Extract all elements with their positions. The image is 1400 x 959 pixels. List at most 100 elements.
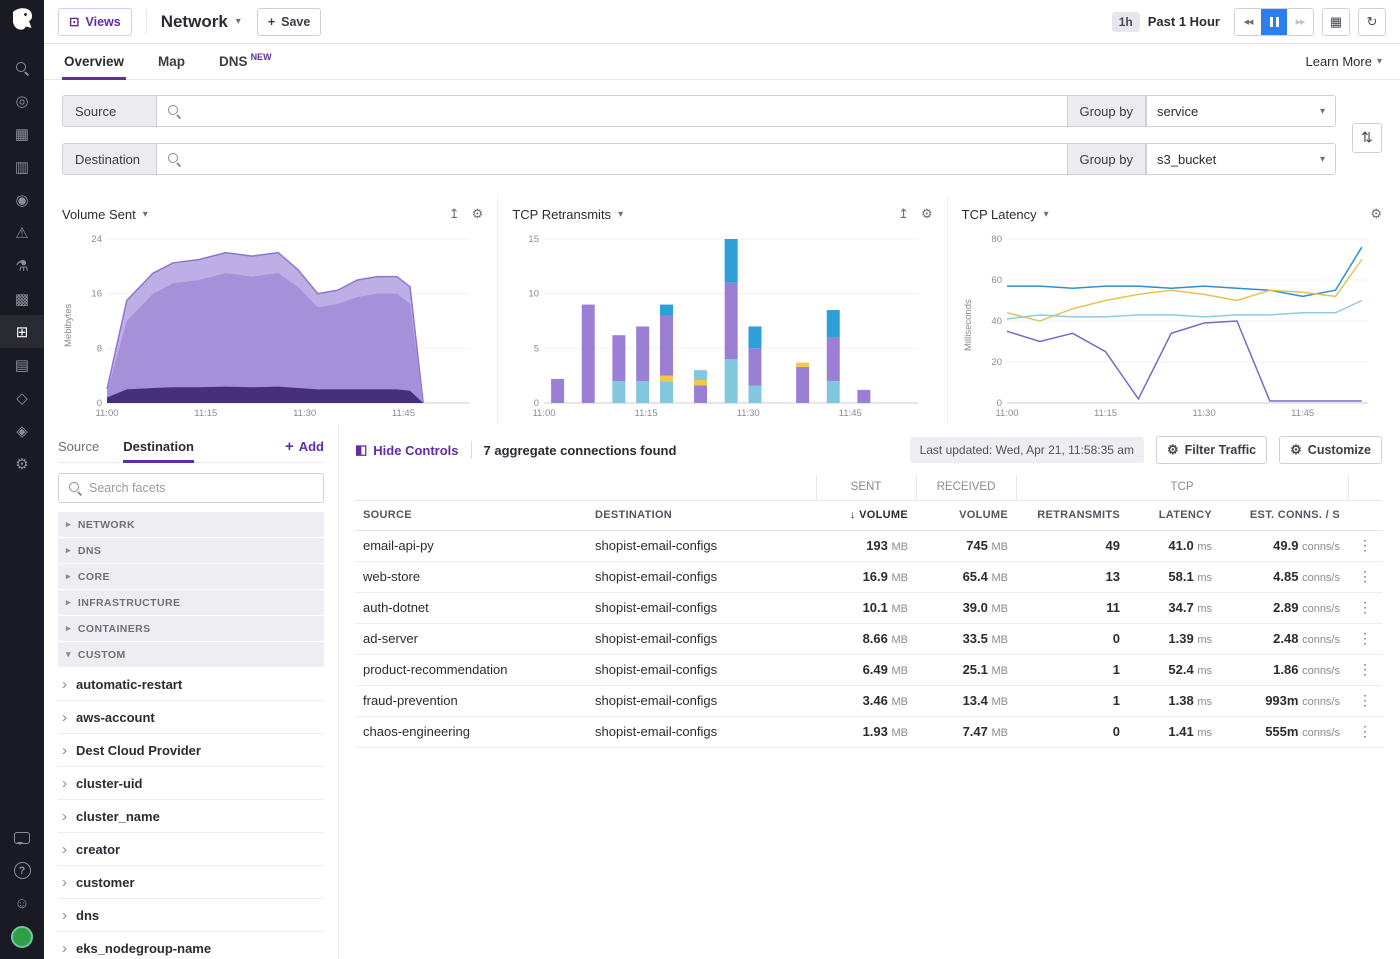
sidebar-item-infrastructure[interactable]: ◎: [0, 84, 44, 117]
column-header-latency[interactable]: LATENCY: [1128, 500, 1220, 530]
source-groupby-select[interactable]: service ▾: [1146, 95, 1336, 127]
tab-map[interactable]: Map: [156, 44, 187, 79]
sidebar-item-search[interactable]: [0, 51, 44, 84]
destination-groupby-select[interactable]: s3_bucket ▾: [1146, 143, 1336, 175]
export-icon[interactable]: ↥: [898, 206, 909, 222]
top-toolbar: ⊡ Views Network ▾ + Save 1h Past 1 Hour …: [44, 0, 1400, 44]
time-range-badge[interactable]: 1h: [1112, 12, 1140, 32]
facet-tab-source[interactable]: Source: [58, 431, 99, 462]
row-menu-button[interactable]: ⋮: [1348, 530, 1382, 561]
hide-controls-button[interactable]: ◧ Hide Controls: [355, 442, 459, 458]
learn-more-menu[interactable]: Learn More ▾: [1305, 44, 1382, 79]
column-header-retransmits[interactable]: RETRANSMITS: [1016, 500, 1128, 530]
column-header-source[interactable]: SOURCE: [355, 500, 587, 530]
sidebar-item-avatar[interactable]: [0, 920, 44, 953]
sidebar-item-chat[interactable]: [0, 821, 44, 854]
facet-item-eks-nodegroup-name[interactable]: ›eks_nodegroup-name: [58, 932, 324, 959]
sidebar-item-metrics[interactable]: ▥: [0, 150, 44, 183]
facet-tab-destination[interactable]: Destination: [123, 431, 194, 462]
table-row[interactable]: fraud-preventionshopist-email-configs3.4…: [355, 685, 1382, 716]
sidebar-item-security[interactable]: ◈: [0, 414, 44, 447]
facet-group-custom[interactable]: ▾CUSTOM: [58, 642, 324, 667]
chart-title-menu[interactable]: TCP Retransmits ▾: [512, 207, 623, 222]
save-button[interactable]: + Save: [257, 8, 322, 36]
views-button[interactable]: ⊡ Views: [58, 8, 132, 36]
sidebar-item-settings[interactable]: ⚙: [0, 447, 44, 480]
swap-direction-button[interactable]: ⇅: [1352, 123, 1382, 153]
chevron-right-icon: ›: [62, 710, 67, 725]
sidebar-item-host-map[interactable]: ▦: [0, 117, 44, 150]
time-range-label[interactable]: Past 1 Hour: [1148, 14, 1220, 29]
sidebar-item-synthetics[interactable]: ⚗: [0, 249, 44, 282]
chevron-right-icon: ›: [62, 776, 67, 791]
facet-item-customer[interactable]: ›customer: [58, 866, 324, 899]
sidebar-item-logs[interactable]: ▤: [0, 348, 44, 381]
destination-search-box[interactable]: [156, 143, 1068, 175]
table-row[interactable]: ad-servershopist-email-configs8.66 MB33.…: [355, 623, 1382, 654]
customize-button[interactable]: ⚙ Customize: [1279, 436, 1382, 464]
column-header-destination[interactable]: DESTINATION: [587, 500, 816, 530]
column-header-est-conns[interactable]: EST. CONNS. / S: [1220, 500, 1348, 530]
table-row[interactable]: auth-dotnetshopist-email-configs10.1 MB3…: [355, 592, 1382, 623]
sidebar-item-processes[interactable]: ▩: [0, 282, 44, 315]
facet-item-dns[interactable]: ›dns: [58, 899, 324, 932]
facet-item-aws-account[interactable]: ›aws-account: [58, 701, 324, 734]
facet-item-cluster-name[interactable]: ›cluster_name: [58, 800, 324, 833]
table-row[interactable]: email-api-pyshopist-email-configs193 MB7…: [355, 530, 1382, 561]
svg-text:11:30: 11:30: [293, 408, 316, 419]
column-header-received-volume[interactable]: VOLUME: [916, 500, 1016, 530]
row-menu-button[interactable]: ⋮: [1348, 623, 1382, 654]
tab-dns[interactable]: DNSNEW: [217, 44, 274, 79]
export-icon[interactable]: ↥: [449, 206, 460, 222]
sidebar-item-apm[interactable]: ◉: [0, 183, 44, 216]
group-header-received: RECEIVED: [916, 475, 1016, 500]
refresh-button[interactable]: ↻: [1358, 8, 1386, 36]
facet-group-infrastructure[interactable]: ▸INFRASTRUCTURE: [58, 590, 324, 615]
row-menu-button[interactable]: ⋮: [1348, 685, 1382, 716]
table-row[interactable]: web-storeshopist-email-configs16.9 MB65.…: [355, 561, 1382, 592]
sidebar-item-monitors[interactable]: ⚠: [0, 216, 44, 249]
sidebar-item-ci[interactable]: ◇: [0, 381, 44, 414]
row-menu-button[interactable]: ⋮: [1348, 716, 1382, 747]
pause-button[interactable]: [1261, 9, 1287, 35]
facet-item-automatic-restart[interactable]: ›automatic-restart: [58, 668, 324, 701]
gear-icon[interactable]: ⚙: [921, 206, 933, 222]
facet-group-core[interactable]: ▸CORE: [58, 564, 324, 589]
chart-title-menu[interactable]: Volume Sent ▾: [62, 207, 148, 222]
destination-query-input[interactable]: [189, 152, 1057, 167]
facet-item-cluster-uid[interactable]: ›cluster-uid: [58, 767, 324, 800]
source-search-box[interactable]: [156, 95, 1068, 127]
datadog-logo-icon[interactable]: [9, 7, 36, 35]
filter-traffic-button[interactable]: ⚙ Filter Traffic: [1156, 436, 1267, 464]
facet-search-input[interactable]: [89, 481, 314, 495]
row-menu-button[interactable]: ⋮: [1348, 654, 1382, 685]
cell-source: auth-dotnet: [355, 592, 587, 623]
skip-back-button[interactable]: ◀◀: [1235, 9, 1261, 35]
svg-text:5: 5: [534, 343, 539, 354]
column-header-sent-volume[interactable]: ↓ VOLUME: [816, 500, 916, 530]
sidebar-item-users[interactable]: ☺: [0, 887, 44, 920]
sidebar-item-help[interactable]: ?: [0, 854, 44, 887]
facet-search-box[interactable]: [58, 473, 324, 503]
table-row[interactable]: chaos-engineeringshopist-email-configs1.…: [355, 716, 1382, 747]
facet-group-dns[interactable]: ▸DNS: [58, 538, 324, 563]
calendar-button[interactable]: ▦: [1322, 8, 1350, 36]
gear-icon[interactable]: ⚙: [1370, 206, 1382, 222]
facet-item-dest-cloud-provider[interactable]: ›Dest Cloud Provider: [58, 734, 324, 767]
skip-forward-button[interactable]: ▶▶: [1287, 9, 1313, 35]
facet-group-containers[interactable]: ▸CONTAINERS: [58, 616, 324, 641]
page-title-menu[interactable]: Network ▾: [161, 12, 241, 32]
source-query-input[interactable]: [189, 104, 1057, 119]
gear-icon[interactable]: ⚙: [472, 206, 484, 222]
add-facet-button[interactable]: + Add: [285, 438, 324, 455]
sidebar-item-network[interactable]: ⊞: [0, 315, 44, 348]
svg-text:40: 40: [991, 316, 1002, 327]
table-row[interactable]: product-recommendationshopist-email-conf…: [355, 654, 1382, 685]
chart-title-menu[interactable]: TCP Latency ▾: [962, 207, 1049, 222]
chevron-right-icon: ›: [62, 677, 67, 692]
facet-item-creator[interactable]: ›creator: [58, 833, 324, 866]
row-menu-button[interactable]: ⋮: [1348, 561, 1382, 592]
row-menu-button[interactable]: ⋮: [1348, 592, 1382, 623]
facet-group-network[interactable]: ▸NETWORK: [58, 512, 324, 537]
tab-overview[interactable]: Overview: [62, 44, 126, 79]
